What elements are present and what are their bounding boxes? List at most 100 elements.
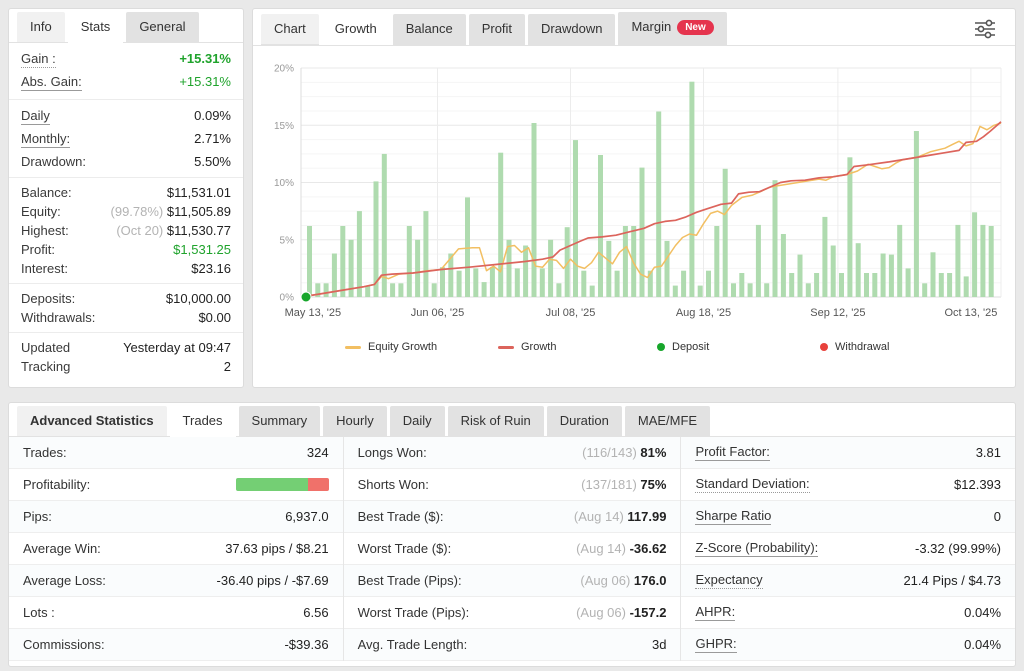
tab-margin[interactable]: MarginNew: [618, 12, 726, 45]
tab-label: Margin: [631, 19, 671, 34]
tab-trades[interactable]: Trades: [170, 406, 236, 437]
stat-value-main: $11,505.89: [167, 204, 231, 219]
stat-label: Deposits:: [21, 291, 75, 306]
gain-bar: [515, 268, 520, 297]
stat-value-prefix: (Oct 20): [116, 223, 167, 238]
stat-group: Daily0.09%Monthly:2.71%Drawdown:5.50%: [9, 100, 243, 178]
gain-bar: [656, 112, 661, 298]
y-axis-labels: 0%5%10%15%20%: [274, 64, 294, 304]
stat-row-expectancy: Expectancy21.4 Pips / $4.73: [681, 565, 1015, 597]
stat-row-avg-trade-length: Avg. Trade Length:3d: [344, 629, 681, 661]
stat-value: 0: [994, 509, 1001, 524]
stats-column: Longs Won:(116/143) 81%Shorts Won:(137/1…: [343, 437, 681, 661]
stat-value: -36.40 pips / -$7.69: [217, 573, 329, 588]
stat-value: 21.4 Pips / $4.73: [903, 573, 1001, 588]
stat-value: -3.32 (99.99%): [915, 541, 1001, 556]
stat-value: Yesterday at 09:47: [123, 340, 231, 355]
gain-bar: [980, 225, 985, 297]
stat-value: 2: [224, 359, 231, 374]
chart-tabs: ChartGrowthBalanceProfitDrawdownMarginNe…: [261, 12, 963, 44]
stat-value-main: 0: [994, 509, 1001, 524]
stat-value: $23.16: [191, 261, 231, 276]
x-tick-label: Sep 12, '25: [810, 307, 865, 319]
gain-bar: [590, 286, 595, 297]
stat-value-main: 2.71%: [194, 131, 231, 146]
stat-row-highest: Highest:(Oct 20) $11,530.77: [9, 221, 243, 240]
tab-label: Duration: [560, 413, 609, 428]
gain-bar: [731, 283, 736, 297]
stat-value: (137/181) 75%: [581, 477, 666, 492]
tab-summary[interactable]: Summary: [239, 406, 321, 437]
y-tick-label: 15%: [274, 121, 294, 132]
tab-profit[interactable]: Profit: [469, 14, 525, 45]
stat-row-abs-gain: Abs. Gain:+15.31%: [9, 71, 243, 94]
tab-duration[interactable]: Duration: [547, 406, 622, 437]
gain-bar: [931, 252, 936, 297]
stat-row-equity: Equity:(99.78%) $11,505.89: [9, 202, 243, 221]
x-tick-label: Jul 08, '25: [546, 307, 596, 319]
stat-value: +15.31%: [179, 51, 231, 66]
gain-bar: [756, 225, 761, 297]
stat-label: Monthly:: [21, 131, 70, 148]
stat-row-worst-trade-pips: Worst Trade (Pips):(Aug 06) -157.2: [344, 597, 681, 629]
gain-bar: [814, 273, 819, 297]
tab-mae-mfe[interactable]: MAE/MFE: [625, 406, 710, 437]
tab-daily[interactable]: Daily: [390, 406, 445, 437]
stat-group: Updated Yesterday at 09:47 Tracking 2: [9, 333, 243, 381]
tab-risk-of-ruin[interactable]: Risk of Ruin: [448, 406, 544, 437]
stat-label: Commissions:: [23, 637, 105, 652]
stat-value: 37.63 pips / $8.21: [225, 541, 328, 556]
gain-bar: [764, 283, 769, 297]
stat-label: Z-Score (Probability):: [695, 540, 818, 557]
gain-bar: [457, 271, 462, 297]
stat-label: Longs Won:: [358, 445, 427, 460]
tab-hourly[interactable]: Hourly: [323, 406, 387, 437]
stat-label: Worst Trade (Pips):: [358, 605, 470, 620]
tab-info[interactable]: Info: [17, 12, 65, 43]
stat-value-main: $11,531.01: [167, 185, 231, 200]
legend-dot-withdrawal-icon: [820, 343, 828, 351]
stat-row-gain: Gain :+15.31%: [9, 48, 243, 71]
tab-stats[interactable]: Stats: [68, 12, 124, 43]
stat-row-lots: Lots :6.56: [9, 597, 343, 629]
stat-value-main: $11,530.77: [167, 223, 231, 238]
stat-label: Tracking: [21, 359, 70, 374]
y-tick-label: 10%: [274, 178, 294, 189]
gain-bar: [432, 283, 437, 297]
gain-bar: [955, 225, 960, 297]
stat-row-average-win: Average Win:37.63 pips / $8.21: [9, 533, 343, 565]
gain-bar: [989, 226, 994, 297]
tab-label: Stats: [81, 19, 111, 34]
dashboard-page: Info Stats General Gain :+15.31%Abs. Gain:…: [0, 0, 1024, 671]
tab-general[interactable]: General: [126, 12, 198, 43]
stat-row-best-trade: Best Trade ($):(Aug 14) 117.99: [344, 501, 681, 533]
profitability-bar-win: [236, 478, 309, 491]
tab-drawdown[interactable]: Drawdown: [528, 14, 615, 45]
gain-bar: [739, 273, 744, 297]
filter-settings-icon[interactable]: [963, 12, 1007, 45]
gain-bar: [581, 271, 586, 297]
stat-value-main: 0.09%: [194, 108, 231, 123]
gain-bar: [673, 286, 678, 297]
stat-value-main: +15.31%: [179, 74, 231, 89]
stat-row-tracking: Tracking 2: [9, 357, 243, 376]
gain-bar: [407, 226, 412, 297]
stat-value: -$39.36: [284, 637, 328, 652]
stat-label: Updated: [21, 340, 70, 355]
gain-bar: [922, 283, 927, 297]
stat-value-prefix: (116/143): [582, 445, 640, 460]
stat-value-main: 176.0: [634, 573, 667, 588]
tab-growth[interactable]: Growth: [322, 14, 390, 45]
tab-balance[interactable]: Balance: [393, 14, 466, 45]
stat-value: $11,531.01: [167, 185, 231, 200]
gain-bar: [532, 123, 537, 297]
gain-bar: [490, 267, 495, 297]
stat-value: (Aug 06) 176.0: [580, 573, 666, 588]
deposit-marker: [301, 292, 311, 302]
tab-advanced-statistics[interactable]: Advanced Statistics: [17, 406, 167, 437]
tab-chart[interactable]: Chart: [261, 14, 319, 45]
growth-chart-svg: 0%5%10%15%20%May 13, '25Jun 06, '25Jul 0…: [261, 52, 1009, 326]
stat-value-main: 21.4 Pips / $4.73: [903, 573, 1001, 588]
gain-bar: [714, 226, 719, 297]
filter-sliders-glyph: [973, 18, 997, 40]
